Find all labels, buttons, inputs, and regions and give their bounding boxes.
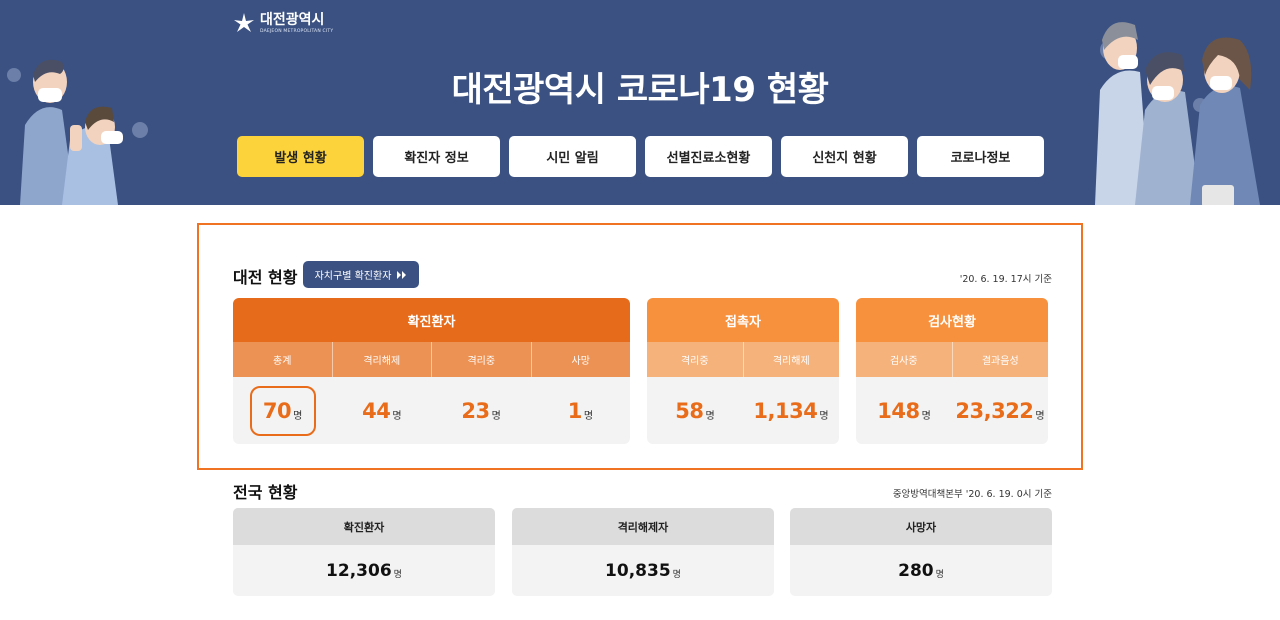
nav-tab-shincheonji-status[interactable]: 신천지 현황 bbox=[781, 136, 908, 177]
nav-tab-corona-info[interactable]: 코로나정보 bbox=[917, 136, 1044, 177]
unit-label: 명 bbox=[672, 569, 681, 580]
daejeon-logo-icon bbox=[234, 13, 254, 32]
masked-people-illustration-left bbox=[7, 59, 148, 205]
nav-tab-patient-info[interactable]: 확진자 정보 bbox=[373, 136, 500, 177]
testing-value: 148 bbox=[877, 398, 920, 423]
isolated-value: 23 bbox=[461, 398, 490, 423]
unit-label: 명 bbox=[935, 569, 944, 580]
tests-card-columns: 검사중 결과음성 bbox=[856, 342, 1048, 377]
deaths-value: 1 bbox=[567, 398, 583, 423]
confirmed-card-columns: 총계 격리해제 격리중 사망 bbox=[233, 342, 630, 377]
confirmed-card-values: 70 명 44 명 23 명 1명 bbox=[233, 377, 630, 444]
contacts-card-columns: 격리중 격리해제 bbox=[647, 342, 839, 377]
contacts-isolated-cell: 58 명 bbox=[647, 377, 743, 444]
unit-label: 명 bbox=[1035, 410, 1045, 422]
daejeon-section-title: 대전 현황 bbox=[233, 268, 298, 287]
logo-main-text: 대전광역시 bbox=[260, 12, 325, 28]
contacts-card-values: 58 명 1,134 명 bbox=[647, 377, 839, 444]
confirmed-card: 확진환자 총계 격리해제 격리중 사망 70 명 44 명 23 명 1명 bbox=[233, 298, 630, 444]
contacts-released-value: 1,134 bbox=[753, 398, 818, 423]
district-confirmed-button-label: 자치구별 확진환자 bbox=[314, 271, 392, 282]
column-contacts-released: 격리해제 bbox=[772, 356, 810, 367]
column-total: 총계 bbox=[233, 342, 333, 377]
testing-cell: 148 명 bbox=[856, 377, 952, 444]
column-deaths: 사망 bbox=[571, 356, 590, 367]
district-confirmed-button[interactable]: 자치구별 확진환자 bbox=[303, 261, 419, 288]
unit-label: 명 bbox=[392, 410, 402, 422]
national-deaths-value-row: 280 명 bbox=[790, 545, 1052, 596]
deaths-cell: 1명 bbox=[531, 377, 630, 444]
unit-label: 명 bbox=[583, 410, 594, 422]
national-deaths-card: 사망자 280 명 bbox=[790, 508, 1052, 596]
contacts-card-header: 접촉자 bbox=[647, 298, 839, 342]
national-released-value: 10,835 bbox=[605, 560, 671, 581]
column-testing: 검사중 bbox=[856, 342, 953, 377]
city-logo[interactable]: 대전광역시 DAEJEON METROPOLITAN CITY bbox=[233, 12, 333, 34]
national-released-card: 격리해제자 10,835 명 bbox=[512, 508, 774, 596]
confirmed-card-header: 확진환자 bbox=[233, 298, 630, 342]
nav-tab-outbreak-status[interactable]: 발생 현황 bbox=[237, 136, 364, 177]
page-title: 대전광역시 코로나19 현황 bbox=[451, 70, 829, 110]
contacts-card: 접촉자 격리중 격리해제 58 명 1,134 명 bbox=[647, 298, 839, 444]
total-highlight-ring bbox=[249, 385, 316, 436]
header-banner: 대전광역시 DAEJEON METROPOLITAN CITY 대전광역시 코로… bbox=[0, 0, 1280, 205]
column-negative: 결과음성 bbox=[981, 356, 1019, 367]
national-confirmed-label: 확진환자 bbox=[233, 508, 495, 545]
unit-label: 명 bbox=[705, 410, 715, 422]
contacts-released-cell: 1,134 명 bbox=[743, 377, 839, 444]
unit-label: 명 bbox=[921, 410, 931, 422]
national-section-title: 전국 현황 bbox=[233, 483, 298, 502]
national-deaths-value: 280 bbox=[898, 560, 934, 581]
unit-label: 명 bbox=[491, 410, 501, 422]
daejeon-timestamp: '20. 6. 19. 17시 기준 bbox=[959, 274, 1052, 285]
tests-card: 검사현황 검사중 결과음성 148 명 23,322 명 bbox=[856, 298, 1048, 444]
national-confirmed-value-row: 12,306 명 bbox=[233, 545, 495, 596]
nav-tab-screening-clinics[interactable]: 선별진료소현황 bbox=[645, 136, 772, 177]
main-nav: 발생 현황 확진자 정보 시민 알림 선별진료소현황 신천지 현황 코로나정보 bbox=[237, 136, 1044, 177]
national-confirmed-card: 확진환자 12,306 명 bbox=[233, 508, 495, 596]
negative-cell: 23,322 명 bbox=[952, 377, 1048, 444]
double-chevron-right-icon bbox=[397, 270, 407, 279]
nav-tab-citizen-notice[interactable]: 시민 알림 bbox=[509, 136, 636, 177]
released-value: 44 bbox=[362, 398, 391, 423]
negative-value: 23,322 bbox=[955, 398, 1034, 423]
column-contacts-isolated: 격리중 bbox=[647, 342, 744, 377]
national-released-label: 격리해제자 bbox=[512, 508, 774, 545]
tests-card-values: 148 명 23,322 명 bbox=[856, 377, 1048, 444]
total-cell: 70 명 bbox=[233, 377, 332, 444]
unit-label: 명 bbox=[819, 410, 829, 422]
national-deaths-label: 사망자 bbox=[790, 508, 1052, 545]
national-timestamp: 중앙방역대책본부 '20. 6. 19. 0시 기준 bbox=[892, 489, 1052, 500]
tests-card-header: 검사현황 bbox=[856, 298, 1048, 342]
column-released: 격리해제 bbox=[333, 342, 432, 377]
released-cell: 44 명 bbox=[332, 377, 431, 444]
unit-label: 명 bbox=[393, 569, 402, 580]
isolated-cell: 23 명 bbox=[432, 377, 531, 444]
logo-sub-text: DAEJEON METROPOLITAN CITY bbox=[260, 29, 334, 34]
national-released-value-row: 10,835 명 bbox=[512, 545, 774, 596]
national-confirmed-value: 12,306 bbox=[326, 560, 392, 581]
contacts-isolated-value: 58 bbox=[675, 398, 704, 423]
column-isolated: 격리중 bbox=[432, 342, 532, 377]
